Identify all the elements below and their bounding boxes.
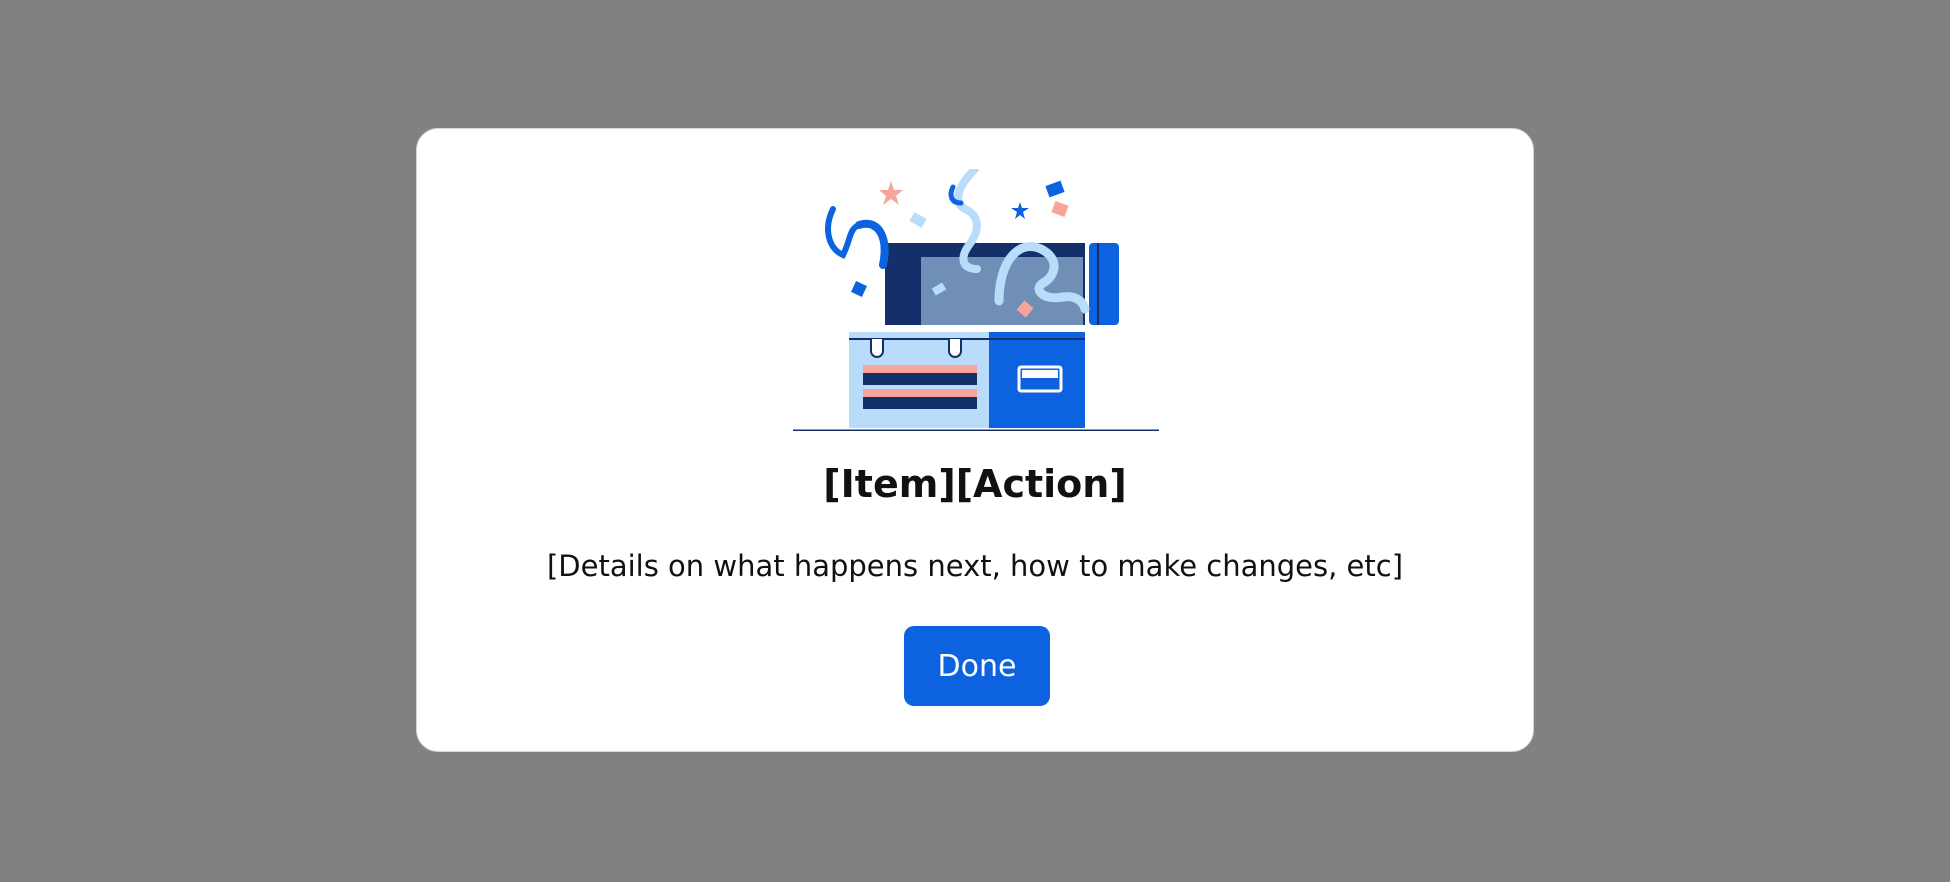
toolbox-confetti-icon (793, 165, 1159, 433)
done-button[interactable]: Done (904, 626, 1050, 706)
dialog-title: [Item][Action] (823, 462, 1127, 506)
dialog-details: [Details on what happens next, how to ma… (546, 549, 1404, 583)
confirmation-dialog: [Item][Action] [Details on what happens … (416, 128, 1534, 752)
toolbox-confetti-illustration (793, 165, 1159, 433)
